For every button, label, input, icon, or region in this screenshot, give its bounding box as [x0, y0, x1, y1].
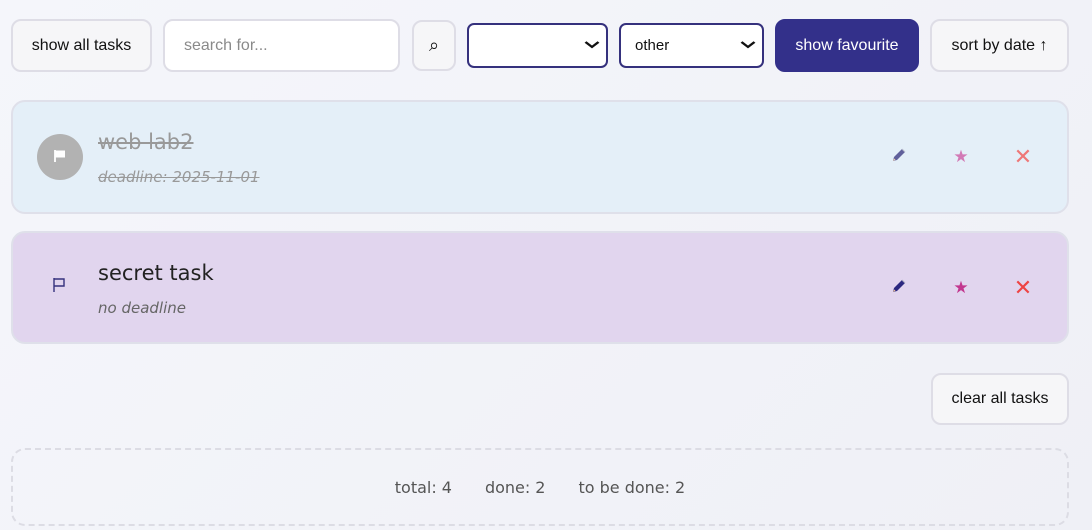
chevron-down-icon [584, 38, 600, 52]
favourite-button[interactable]: ★ [946, 142, 976, 172]
toggle-done-button[interactable] [37, 134, 83, 180]
stat-done: done: 2 [485, 478, 546, 497]
clear-all-tasks-button[interactable]: clear all tasks [931, 373, 1069, 425]
favourite-button[interactable]: ★ [946, 273, 976, 303]
stat-todo: to be done: 2 [578, 478, 685, 497]
task-stats: total: 4 done: 2 to be done: 2 [11, 448, 1069, 526]
search-input[interactable] [163, 19, 400, 72]
close-icon: ✕ [1013, 144, 1033, 170]
pencil-icon [890, 277, 908, 299]
stat-done-label: done: [484, 477, 531, 497]
task-title: web lab2 [98, 130, 194, 154]
task-deadline: deadline: 2025-11-01 [98, 168, 260, 186]
flag-filled-icon [53, 148, 67, 167]
category-select-value: other [635, 37, 670, 54]
stat-todo-value: 2 [675, 477, 686, 497]
stat-todo-label: to be done: [578, 477, 671, 497]
edit-button[interactable] [884, 273, 914, 303]
toolbar: show all tasks ⌕ other show favourite so… [0, 0, 1092, 90]
delete-button[interactable]: ✕ [1008, 273, 1038, 303]
pencil-icon [890, 146, 908, 168]
search-button[interactable]: ⌕ [412, 20, 456, 71]
task-card: web lab2 deadline: 2025-11-01 ★ ✕ [11, 100, 1069, 214]
delete-button[interactable]: ✕ [1008, 142, 1038, 172]
search-icon: ⌕ [428, 35, 440, 55]
stat-total: total: 4 [395, 478, 452, 497]
close-icon: ✕ [1013, 275, 1033, 301]
task-title: secret task [98, 261, 214, 285]
show-all-tasks-button[interactable]: show all tasks [11, 19, 152, 72]
edit-button[interactable] [884, 142, 914, 172]
toggle-done-button[interactable] [49, 276, 69, 298]
sort-by-date-button[interactable]: sort by date ↑ [930, 19, 1069, 72]
star-icon: ★ [953, 147, 969, 167]
category-select[interactable]: other [619, 23, 764, 68]
stat-total-value: 4 [441, 477, 452, 497]
task-deadline: no deadline [98, 299, 186, 317]
star-icon: ★ [953, 278, 969, 298]
stat-total-label: total: [394, 477, 437, 497]
task-card: secret task no deadline ★ ✕ [11, 231, 1069, 344]
flag-outline-icon [51, 276, 67, 298]
stat-done-value: 2 [535, 477, 546, 497]
show-favourite-button[interactable]: show favourite [775, 19, 919, 72]
filter-select[interactable] [467, 23, 608, 68]
chevron-down-icon [740, 38, 756, 52]
